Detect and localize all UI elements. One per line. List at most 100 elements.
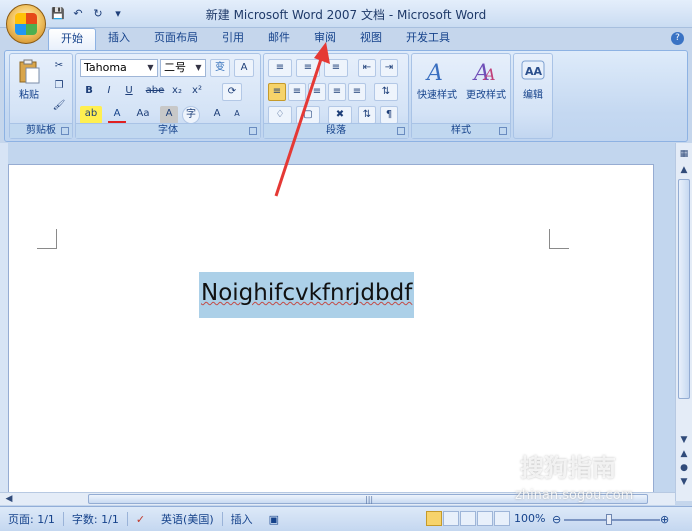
document-text[interactable]: Noighifcvkfnrjdbdf xyxy=(201,280,412,306)
tab-view[interactable]: 视图 xyxy=(348,28,394,50)
tab-insert[interactable]: 插入 xyxy=(96,28,142,50)
distributed-icon[interactable]: ≡ xyxy=(348,83,366,101)
macro-record-icon[interactable]: ▣ xyxy=(261,513,287,526)
chevron-down-icon: ▼ xyxy=(147,63,154,72)
borders-icon[interactable]: ▢ xyxy=(296,106,320,124)
underline-button[interactable]: U xyxy=(120,83,138,101)
sort-icon[interactable]: ⇅ xyxy=(358,106,376,124)
strikethrough-button[interactable]: abe xyxy=(144,83,166,101)
help-icon[interactable]: ? xyxy=(671,32,684,45)
scroll-up-icon[interactable]: ▲ xyxy=(677,163,691,177)
zoom-level[interactable]: 100% xyxy=(514,512,545,525)
justify-icon[interactable]: ≡ xyxy=(328,83,346,101)
view-buttons xyxy=(426,511,510,526)
align-left-icon[interactable]: ≡ xyxy=(268,83,286,101)
change-case-button[interactable]: Aa xyxy=(132,106,154,124)
tab-developer[interactable]: 开发工具 xyxy=(394,28,462,50)
top-right-margin-mark xyxy=(549,229,569,249)
decrease-indent-icon[interactable]: ⇤ xyxy=(358,59,376,77)
zoom-in-icon[interactable]: ⊕ xyxy=(660,513,669,526)
next-page-icon[interactable]: ▼ xyxy=(677,475,691,489)
tab-review[interactable]: 审阅 xyxy=(302,28,348,50)
format-painter-icon[interactable]: 🖌 xyxy=(50,98,68,116)
vertical-scrollbar[interactable]: ▦ ▲ ▼ ▲ ● ▼ xyxy=(675,143,692,501)
numbering-icon[interactable]: ≡ xyxy=(296,59,320,77)
paste-icon xyxy=(19,59,40,84)
language-indicator[interactable]: 英语(美国) xyxy=(153,511,222,527)
zoom-knob[interactable] xyxy=(606,514,612,525)
zoom-out-icon[interactable]: ⊖ xyxy=(552,513,561,526)
editing-label: 编辑 xyxy=(523,90,543,101)
scroll-left-icon[interactable]: ◀ xyxy=(2,492,16,506)
scroll-down-icon[interactable]: ▼ xyxy=(677,433,691,447)
clear-format-icon[interactable]: ⟳ xyxy=(222,83,242,101)
web-layout-view-icon[interactable] xyxy=(460,511,476,526)
shrink-font-button[interactable]: A xyxy=(228,106,246,124)
office-logo-icon xyxy=(15,13,37,35)
font-color-button[interactable]: A xyxy=(108,106,126,124)
grow-font-button[interactable]: A xyxy=(208,106,226,124)
minimize-button[interactable] xyxy=(602,0,632,18)
text-selection[interactable]: Noighifcvkfnrjdbdf xyxy=(199,272,414,318)
subscript-button[interactable]: x₂ xyxy=(168,83,186,101)
copy-icon[interactable]: ❐ xyxy=(50,78,68,96)
show-marks-icon[interactable]: ¶ xyxy=(380,106,398,124)
align-center-icon[interactable]: ≡ xyxy=(288,83,306,101)
insert-mode[interactable]: 插入 xyxy=(223,511,261,527)
clipboard-launcher-icon[interactable] xyxy=(61,127,69,135)
browse-object-icon[interactable]: ● xyxy=(677,461,691,475)
document-page[interactable] xyxy=(8,164,654,494)
close-button[interactable] xyxy=(662,0,692,18)
paragraph-group: ≡ ≡ ≡ ⇤ ⇥ ≡ ≡ ≡ ≡ ≡ ⇅ ♢ ▢ ✖ ⇅ ¶ 段落 xyxy=(263,53,409,139)
chevron-down-icon: ▼ xyxy=(195,63,202,72)
tab-home[interactable]: 开始 xyxy=(48,28,96,50)
paragraph-launcher-icon[interactable] xyxy=(397,127,405,135)
zoom-slider[interactable]: ⊖ ⊕ xyxy=(552,513,672,527)
quick-styles-button[interactable]: A 快速样式 xyxy=(414,58,460,101)
increase-indent-icon[interactable]: ⇥ xyxy=(380,59,398,77)
ruler-toggle-icon[interactable]: ▦ xyxy=(677,147,691,161)
page-indicator[interactable]: 页面: 1/1 xyxy=(0,511,63,527)
bold-button[interactable]: B xyxy=(80,83,98,101)
tab-references[interactable]: 引用 xyxy=(210,28,256,50)
line-spacing-icon[interactable]: ⇅ xyxy=(374,83,398,101)
tab-mailings[interactable]: 邮件 xyxy=(256,28,302,50)
font-name-combo[interactable]: Tahoma ▼ xyxy=(80,59,158,77)
char-border-icon[interactable]: A xyxy=(234,59,254,77)
cut-icon[interactable]: ✂ xyxy=(50,58,68,76)
vertical-scroll-thumb[interactable] xyxy=(678,179,690,399)
outline-view-icon[interactable] xyxy=(477,511,493,526)
align-right-icon[interactable]: ≡ xyxy=(308,83,326,101)
superscript-button[interactable]: x² xyxy=(188,83,206,101)
ribbon: 粘贴 ✂ ❐ 🖌 剪贴板 Tahoma ▼ 二号 ▼ 变 A B I U abe x… xyxy=(4,50,688,142)
shading-icon[interactable]: ♢ xyxy=(268,106,292,124)
print-layout-view-icon[interactable] xyxy=(426,511,442,526)
maximize-button[interactable] xyxy=(632,0,662,18)
office-button[interactable] xyxy=(6,4,46,44)
tab-page-layout[interactable]: 页面布局 xyxy=(142,28,210,50)
italic-button[interactable]: I xyxy=(100,83,118,101)
enclose-char-icon[interactable]: 字 xyxy=(182,106,200,124)
editing-button[interactable]: AA 编辑 xyxy=(516,58,550,101)
draft-view-icon[interactable] xyxy=(494,511,510,526)
char-shading-button[interactable]: A xyxy=(160,106,178,124)
full-screen-view-icon[interactable] xyxy=(443,511,459,526)
change-styles-button[interactable]: AA 更改样式 xyxy=(462,58,510,101)
watermark-url: zhinan.sogou.com xyxy=(515,488,634,503)
chinese-layout-icon[interactable]: ✖ xyxy=(328,106,352,124)
phonetic-guide-icon[interactable]: 变 xyxy=(210,59,230,77)
bullets-icon[interactable]: ≡ xyxy=(268,59,292,77)
styles-launcher-icon[interactable] xyxy=(499,127,507,135)
paste-button[interactable]: 粘贴 xyxy=(14,58,44,101)
highlight-button[interactable]: ab xyxy=(80,106,102,124)
proofing-icon[interactable]: ✓ xyxy=(128,513,153,526)
editing-group: AA 编辑 xyxy=(513,53,553,139)
font-size-combo[interactable]: 二号 ▼ xyxy=(160,59,206,77)
multilevel-list-icon[interactable]: ≡ xyxy=(324,59,348,77)
font-launcher-icon[interactable] xyxy=(249,127,257,135)
styles-group: A 快速样式 AA 更改样式 样式 xyxy=(411,53,511,139)
previous-page-icon[interactable]: ▲ xyxy=(677,447,691,461)
svg-text:A: A xyxy=(425,61,443,86)
quick-styles-icon: A xyxy=(425,61,443,86)
word-count[interactable]: 字数: 1/1 xyxy=(64,511,127,527)
